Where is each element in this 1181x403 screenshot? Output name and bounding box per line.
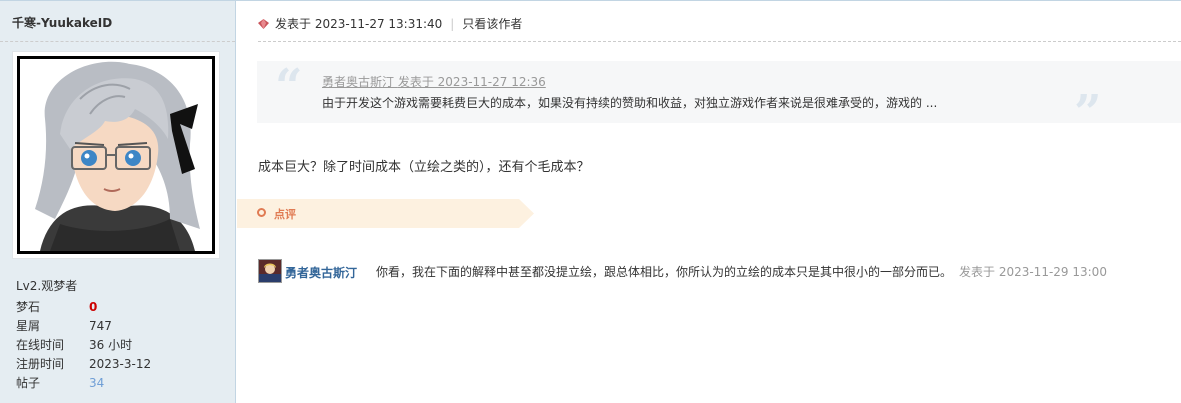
commenter-name[interactable]: 勇者奥古斯汀 (285, 264, 357, 281)
stat-label: 帖子 (16, 376, 41, 390)
stat-value: 747 (89, 319, 112, 333)
author-avatar[interactable] (12, 51, 220, 259)
separator: | (450, 17, 455, 31)
rating-label: 点评 (274, 208, 296, 221)
stat-value: 0 (89, 300, 98, 314)
author-stats: 梦石 0 星屑 747 在线时间 36 小时 注册时间 2023-3-12 帖子… (16, 298, 216, 393)
quote-author: 勇者奥古斯汀 (322, 75, 395, 89)
stat-value: 36 小时 (89, 338, 133, 352)
quote-source-link[interactable]: 勇者奥古斯汀 发表于 2023-11-27 12:36 (322, 73, 546, 90)
comment-time: 发表于 2023-11-29 13:00 (959, 265, 1107, 279)
stat-value: 2023-3-12 (89, 357, 152, 371)
divider (0, 41, 235, 42)
posts-count-link[interactable]: 34 (89, 374, 104, 393)
author-sidebar: 千寒-YuukakeID Lv2.观梦者 梦石 0 星屑 747 在线时间 36… (0, 1, 236, 403)
commenter-avatar[interactable] (258, 259, 282, 283)
close-quote-icon: ” (1074, 85, 1102, 141)
post-meta: 发表于 2023-11-27 13:31:40 | 只看该作者 (258, 15, 522, 33)
quote-block: “ 勇者奥古斯汀 发表于 2023-11-27 12:36 由于开发这个游戏需要… (257, 59, 1181, 137)
quote-posted: 发表于 2023-11-27 12:36 (397, 75, 546, 89)
rating-circle-icon (257, 208, 266, 217)
stat-label: 梦石 (16, 300, 41, 314)
post-status-icon (258, 19, 269, 29)
stat-label: 星屑 (16, 319, 41, 333)
avatar-image (17, 56, 215, 254)
posted-prefix: 发表于 (275, 17, 312, 31)
author-level: Lv2.观梦者 (16, 279, 78, 293)
stat-row-register-date: 注册时间 2023-3-12 (16, 355, 216, 374)
stat-row-mengshi: 梦石 0 (16, 298, 216, 317)
stat-row-online-time: 在线时间 36 小时 (16, 336, 216, 355)
commenter-avatar-image (259, 260, 281, 282)
stat-row-xingxie: 星屑 747 (16, 317, 216, 336)
post-body: 成本巨大？除了时间成本（立绘之类的），还有个毛成本？ (258, 160, 590, 175)
divider (258, 41, 1181, 42)
quote-text: 由于开发这个游戏需要耗费巨大的成本，如果没有持续的赞助和收益，对独立游戏作者来说… (322, 96, 938, 110)
avatar-portrait-illustration (20, 59, 212, 251)
stat-label: 在线时间 (16, 338, 65, 352)
only-author-link[interactable]: 只看该作者 (462, 17, 522, 31)
rating-header: 点评 (237, 199, 534, 228)
comment-text: 你看，我在下面的解释中甚至都没提立绘，跟总体相比，你所认为的立绘的成本只是其中很… (376, 265, 953, 279)
stat-label: 注册时间 (16, 357, 65, 371)
author-username[interactable]: 千寒-YuukakeID (12, 14, 112, 31)
open-quote-icon: “ (275, 59, 303, 115)
stat-row-posts: 帖子 34 (16, 374, 216, 393)
posted-time: 2023-11-27 13:31:40 (314, 17, 443, 31)
